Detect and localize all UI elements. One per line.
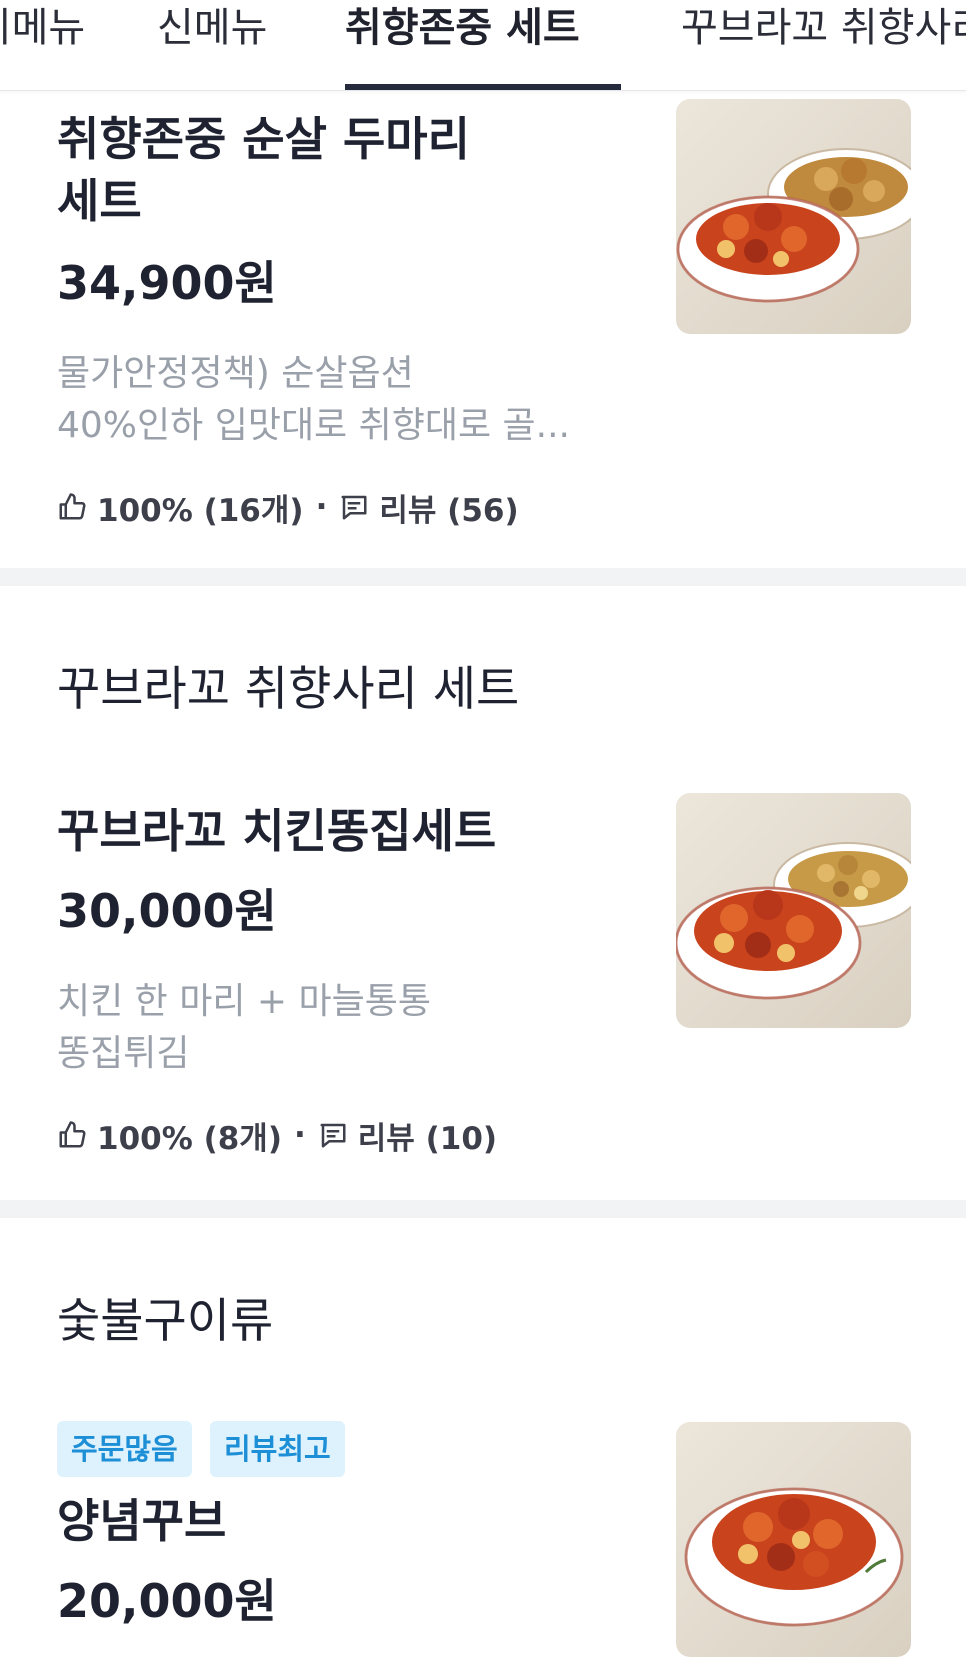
separator: ·	[315, 489, 328, 525]
item-title: 양념꾸브	[57, 1494, 227, 1548]
tab-preference-set[interactable]: 취향존중 세트	[345, 0, 580, 90]
section-divider	[0, 1200, 966, 1218]
separator: ·	[294, 1117, 306, 1153]
item-title: 취향존중 순살 두마리 세트	[57, 112, 470, 228]
review-count: 리뷰 (56)	[379, 492, 519, 529]
item-photo	[676, 99, 911, 334]
item-stats: 100% (8개) · 리뷰 (10)	[57, 1113, 497, 1157]
category-title: 숯불구이류	[57, 1294, 274, 1349]
review-icon	[318, 1120, 348, 1150]
review-count: 리뷰 (10)	[357, 1120, 498, 1157]
item-description: 치킨 한 마리 + 마늘통통 똥집튀김	[57, 981, 432, 1074]
badge-top-review: 리뷰최고	[210, 1421, 345, 1477]
rating-text: 100% (16개)	[97, 492, 304, 529]
thumbs-up-icon	[57, 492, 87, 522]
category-title: 꾸브라꼬 취향사리 세트	[57, 662, 520, 717]
item-price: 34,900원	[57, 256, 277, 310]
item-title: 꾸브라꼬 치킨똥집세트	[57, 804, 497, 858]
item-stats: 100% (16개) · 리뷰 (56)	[57, 485, 519, 529]
item-description: 물가안정정책) 순살옵션 40%인하 입맛대로 취향대로 골...	[57, 353, 570, 446]
tab-popular-menu[interactable]: 인기메뉴	[0, 0, 85, 90]
item-photo	[676, 793, 911, 1028]
thumbs-up-icon	[57, 1120, 87, 1150]
badge-popular-order: 주문많음	[57, 1421, 192, 1477]
item-price: 30,000원	[57, 884, 277, 938]
section-divider	[0, 568, 966, 586]
review-icon	[339, 492, 369, 522]
active-tab-indicator	[345, 84, 621, 90]
category-tab-bar: 인기메뉴 신메뉴 취향존중 세트 꾸브라꼬 취향사리 세트	[0, 0, 966, 91]
item-photo	[676, 1422, 911, 1657]
tab-new-menu[interactable]: 신메뉴	[157, 0, 267, 90]
item-price: 20,000원	[57, 1574, 277, 1628]
tab-kkubrakko-set[interactable]: 꾸브라꼬 취향사리 세트	[681, 0, 966, 90]
rating-text: 100% (8개)	[97, 1120, 282, 1157]
